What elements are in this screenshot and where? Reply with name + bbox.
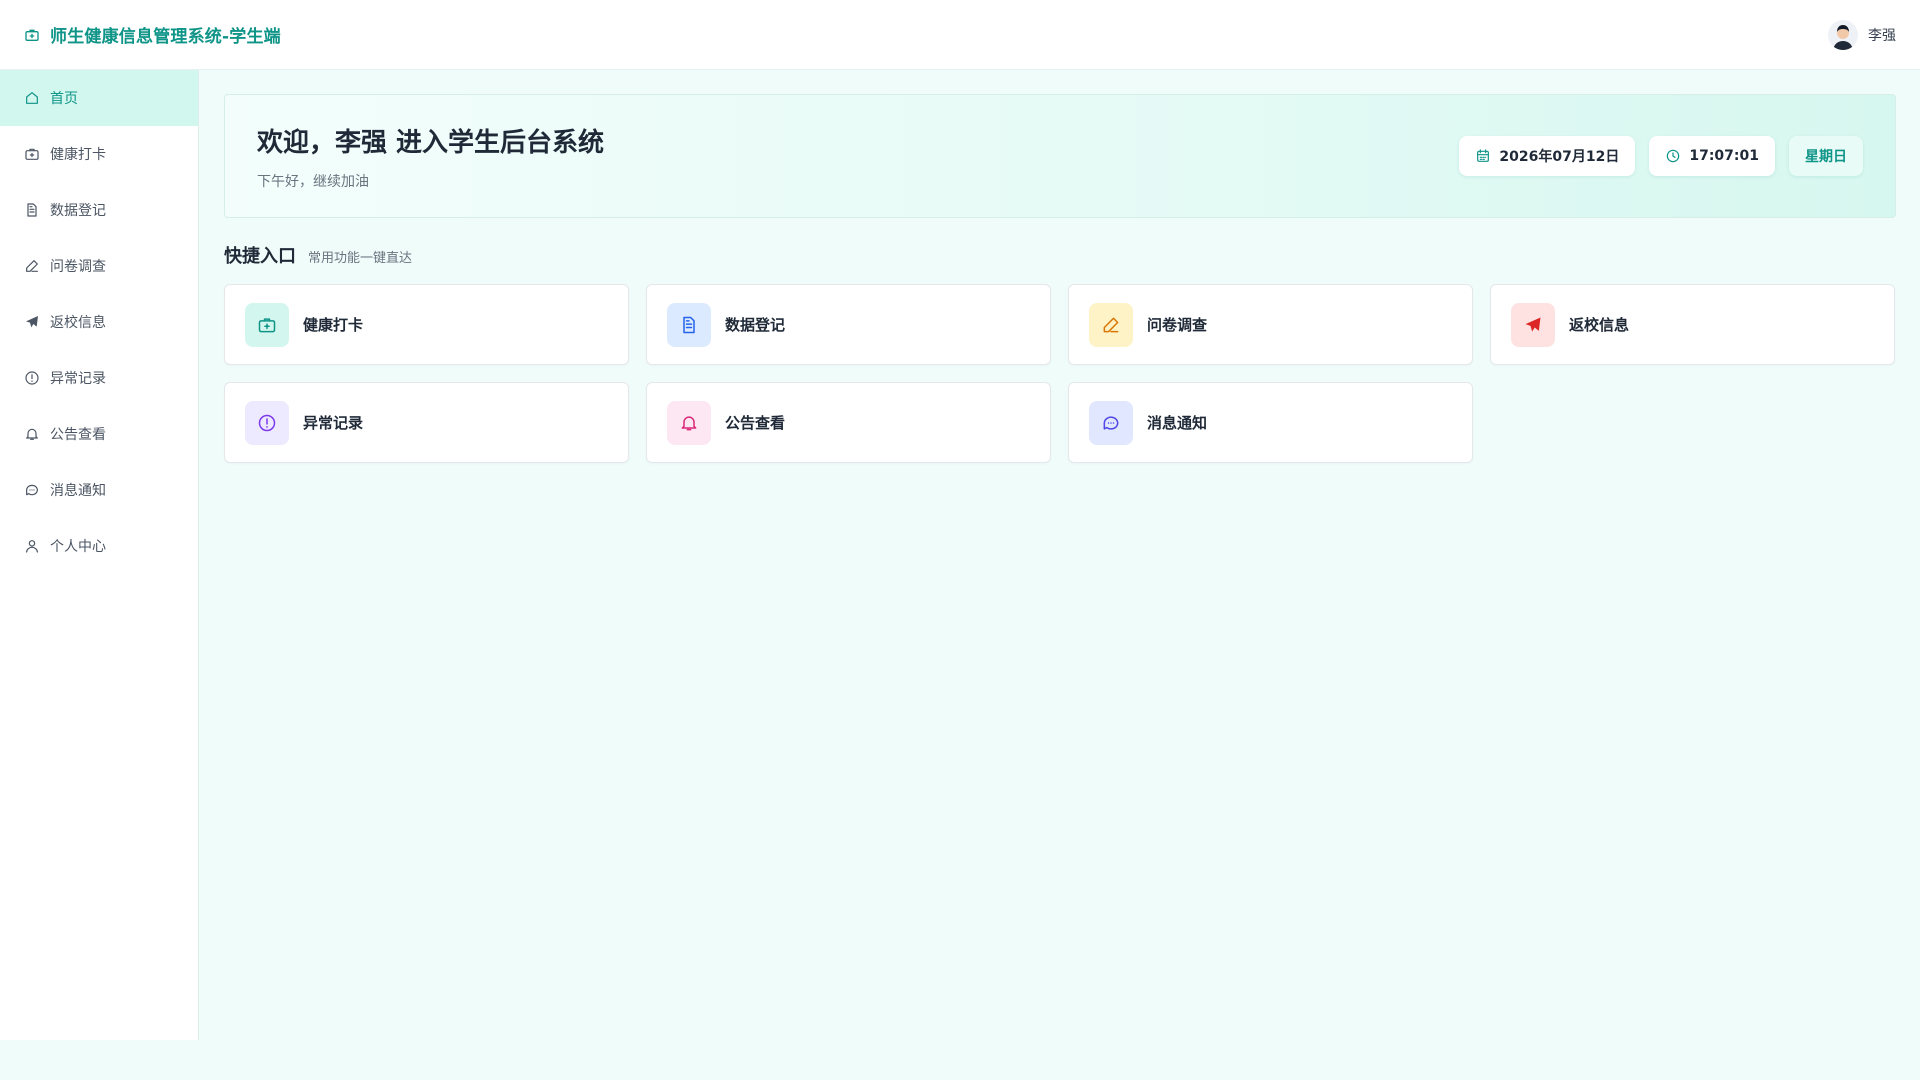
pen-icon	[1089, 302, 1133, 347]
sidebar-item-home[interactable]: 首页	[0, 70, 198, 126]
sidebar-item-data-registration[interactable]: 数据登记	[0, 182, 198, 238]
current-time: 17:07:01	[1689, 148, 1759, 164]
sidebar-item-label: 返校信息	[50, 315, 106, 331]
sidebar-item-label: 异常记录	[50, 371, 106, 387]
sidebar-item-label: 个人中心	[50, 539, 106, 555]
sidebar-item-label: 首页	[50, 91, 78, 107]
sidebar-item-abnormal-records[interactable]: 异常记录	[0, 350, 198, 406]
bell-icon	[24, 426, 40, 442]
quick-card-data-registration[interactable]: 数据登记	[646, 284, 1051, 365]
sidebar-item-return-info[interactable]: 返校信息	[0, 294, 198, 350]
quick-card-label: 公告查看	[725, 414, 786, 432]
quick-card-return-info[interactable]: 返校信息	[1490, 284, 1895, 365]
sidebar-item-profile[interactable]: 个人中心	[0, 518, 198, 574]
quick-card-abnormal-records[interactable]: 异常记录	[224, 382, 629, 463]
app-title: 师生健康信息管理系统-学生端	[50, 27, 281, 47]
welcome-subtitle: 下午好，继续加油	[257, 173, 369, 190]
chat-icon	[24, 482, 40, 498]
quick-card-announcements[interactable]: 公告查看	[646, 382, 1051, 463]
time-chip: 17:07:01	[1649, 136, 1775, 176]
quick-card-label: 返校信息	[1569, 316, 1630, 334]
clock-icon	[1665, 148, 1681, 164]
sidebar-item-label: 健康打卡	[50, 147, 106, 163]
alert-circle-icon	[245, 400, 289, 445]
quick-entry-title: 快捷入口	[224, 246, 296, 267]
sidebar-background	[0, 580, 199, 1040]
quick-card-notifications[interactable]: 消息通知	[1068, 382, 1473, 463]
top-header: 师生健康信息管理系统-学生端 李强	[0, 0, 1920, 70]
quick-entry-subtitle: 常用功能一键直达	[308, 251, 413, 266]
quick-card-label: 健康打卡	[303, 316, 364, 334]
sidebar-item-survey[interactable]: 问卷调查	[0, 238, 198, 294]
sidebar-item-label: 数据登记	[50, 203, 106, 219]
brand[interactable]: 师生健康信息管理系统-学生端	[24, 22, 281, 47]
welcome-banner: 欢迎，李强 进入学生后台系统 下午好，继续加油 2026年07月12日 17:0…	[224, 94, 1896, 218]
sidebar-item-label: 问卷调查	[50, 259, 106, 275]
current-weekday: 星期日	[1805, 149, 1847, 165]
send-icon	[1511, 302, 1555, 347]
user-menu[interactable]: 李强	[1828, 19, 1896, 50]
chat-icon	[1089, 400, 1133, 445]
avatar	[1828, 19, 1858, 50]
welcome-title: 欢迎，李强 进入学生后台系统	[257, 127, 605, 158]
bell-icon	[667, 400, 711, 445]
quick-card-survey[interactable]: 问卷调查	[1068, 284, 1473, 365]
alert-circle-icon	[24, 370, 40, 386]
user-icon	[24, 538, 40, 554]
quick-card-label: 数据登记	[725, 316, 786, 334]
quick-card-health-checkin[interactable]: 健康打卡	[224, 284, 629, 365]
user-name: 李强	[1868, 27, 1896, 44]
medical-kit-icon	[24, 27, 40, 43]
send-icon	[24, 314, 40, 330]
main-content: 欢迎，李强 进入学生后台系统 下午好，继续加油 2026年07月12日 17:0…	[224, 94, 1896, 463]
document-icon	[24, 202, 40, 218]
quick-entry-header: 快捷入口 常用功能一键直达	[224, 242, 1896, 268]
home-icon	[24, 90, 40, 106]
quick-entry-grid: 健康打卡 数据登记 问卷调查 返校信息 异常记录 公告查看 消息通知	[224, 284, 1896, 463]
document-icon	[667, 302, 711, 347]
calendar-icon	[1475, 148, 1491, 164]
weekday-chip: 星期日	[1789, 136, 1863, 176]
sidebar-item-label: 公告查看	[50, 427, 106, 443]
sidebar-item-notifications[interactable]: 消息通知	[0, 462, 198, 518]
date-chip: 2026年07月12日	[1459, 136, 1636, 176]
medical-kit-icon	[245, 302, 289, 347]
sidebar: 首页 健康打卡 数据登记 问卷调查 返校信息 异常记录 公告查看 消息通知 个人…	[0, 70, 199, 580]
quick-card-label: 异常记录	[303, 414, 364, 432]
medical-kit-icon	[24, 146, 40, 162]
sidebar-item-health-checkin[interactable]: 健康打卡	[0, 126, 198, 182]
sidebar-item-label: 消息通知	[50, 483, 106, 499]
pen-icon	[24, 258, 40, 274]
sidebar-item-announcements[interactable]: 公告查看	[0, 406, 198, 462]
current-date: 2026年07月12日	[1499, 149, 1620, 165]
quick-card-label: 消息通知	[1147, 414, 1208, 432]
quick-card-label: 问卷调查	[1147, 316, 1208, 334]
